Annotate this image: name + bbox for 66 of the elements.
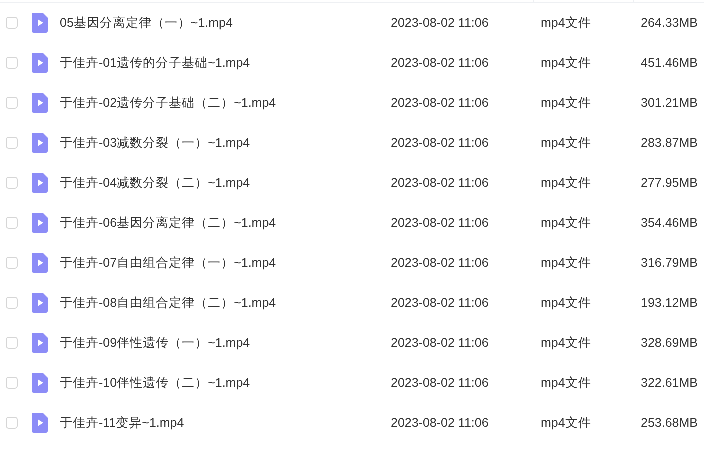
- video-file-icon: [32, 413, 48, 433]
- file-type: mp4文件: [541, 334, 592, 352]
- file-size: 322.61MB: [640, 376, 699, 390]
- checkbox[interactable]: [6, 57, 18, 69]
- modified-date: 2023-08-02 11:06: [391, 416, 490, 430]
- modified-date: 2023-08-02 11:06: [391, 376, 490, 390]
- file-type: mp4文件: [541, 374, 592, 392]
- modified-date: 2023-08-02 11:06: [391, 56, 490, 70]
- file-size: 283.87MB: [640, 136, 699, 150]
- file-type: mp4文件: [541, 14, 592, 32]
- checkbox[interactable]: [6, 417, 18, 429]
- video-file-icon: [32, 173, 48, 193]
- modified-date: 2023-08-02 11:06: [391, 176, 490, 190]
- checkbox[interactable]: [6, 137, 18, 149]
- file-size: 253.68MB: [640, 416, 699, 430]
- file-name[interactable]: 于佳卉-01遗传的分子基础~1.mp4: [60, 54, 391, 72]
- modified-date: 2023-08-02 11:06: [391, 256, 490, 270]
- checkbox[interactable]: [6, 337, 18, 349]
- file-size: 451.46MB: [640, 56, 699, 70]
- file-type: mp4文件: [541, 214, 592, 232]
- video-file-icon: [32, 213, 48, 233]
- file-type: mp4文件: [541, 414, 592, 432]
- file-name[interactable]: 于佳卉-07自由组合定律（一）~1.mp4: [60, 254, 391, 272]
- file-name[interactable]: 于佳卉-10伴性遗传（二）~1.mp4: [60, 374, 391, 392]
- checkbox[interactable]: [6, 377, 18, 389]
- file-size: 264.33MB: [640, 16, 699, 30]
- file-name[interactable]: 于佳卉-06基因分离定律（二）~1.mp4: [60, 214, 391, 232]
- video-file-icon: [32, 373, 48, 393]
- video-file-icon: [32, 253, 48, 273]
- video-file-icon: [32, 93, 48, 113]
- file-type: mp4文件: [541, 54, 592, 72]
- file-name[interactable]: 于佳卉-11变异~1.mp4: [60, 414, 391, 432]
- file-type: mp4文件: [541, 294, 592, 312]
- video-file-icon: [32, 293, 48, 313]
- file-type: mp4文件: [541, 174, 592, 192]
- modified-date: 2023-08-02 11:06: [391, 216, 490, 230]
- checkbox[interactable]: [6, 217, 18, 229]
- file-name[interactable]: 于佳卉-02遗传分子基础（二）~1.mp4: [60, 94, 391, 112]
- file-name[interactable]: 于佳卉-08自由组合定律（二）~1.mp4: [60, 294, 391, 312]
- video-file-icon: [32, 333, 48, 353]
- file-size: 328.69MB: [640, 336, 699, 350]
- file-name[interactable]: 于佳卉-03减数分裂（一）~1.mp4: [60, 134, 391, 152]
- video-file-icon: [32, 53, 48, 73]
- file-size: 301.21MB: [640, 96, 699, 110]
- checkbox[interactable]: [6, 17, 18, 29]
- file-name[interactable]: 于佳卉-04减数分裂（二）~1.mp4: [60, 174, 391, 192]
- file-size: 316.79MB: [640, 256, 699, 270]
- modified-date: 2023-08-02 11:06: [391, 296, 490, 310]
- video-file-icon: [32, 13, 48, 33]
- file-size: 354.46MB: [640, 216, 699, 230]
- modified-date: 2023-08-02 11:06: [391, 136, 490, 150]
- checkbox[interactable]: [6, 177, 18, 189]
- checkbox[interactable]: [6, 297, 18, 309]
- modified-date: 2023-08-02 11:06: [391, 96, 490, 110]
- modified-date: 2023-08-02 11:06: [391, 336, 490, 350]
- checkbox[interactable]: [6, 97, 18, 109]
- file-size: 277.95MB: [640, 176, 699, 190]
- file-type: mp4文件: [541, 134, 592, 152]
- file-size: 193.12MB: [640, 296, 699, 310]
- file-type: mp4文件: [541, 94, 592, 112]
- modified-date: 2023-08-02 11:06: [391, 16, 490, 30]
- video-file-icon: [32, 133, 48, 153]
- checkbox[interactable]: [6, 257, 18, 269]
- file-name[interactable]: 05基因分离定律（一）~1.mp4: [60, 14, 391, 32]
- file-type: mp4文件: [541, 254, 592, 272]
- file-name[interactable]: 于佳卉-09伴性遗传（一）~1.mp4: [60, 334, 391, 352]
